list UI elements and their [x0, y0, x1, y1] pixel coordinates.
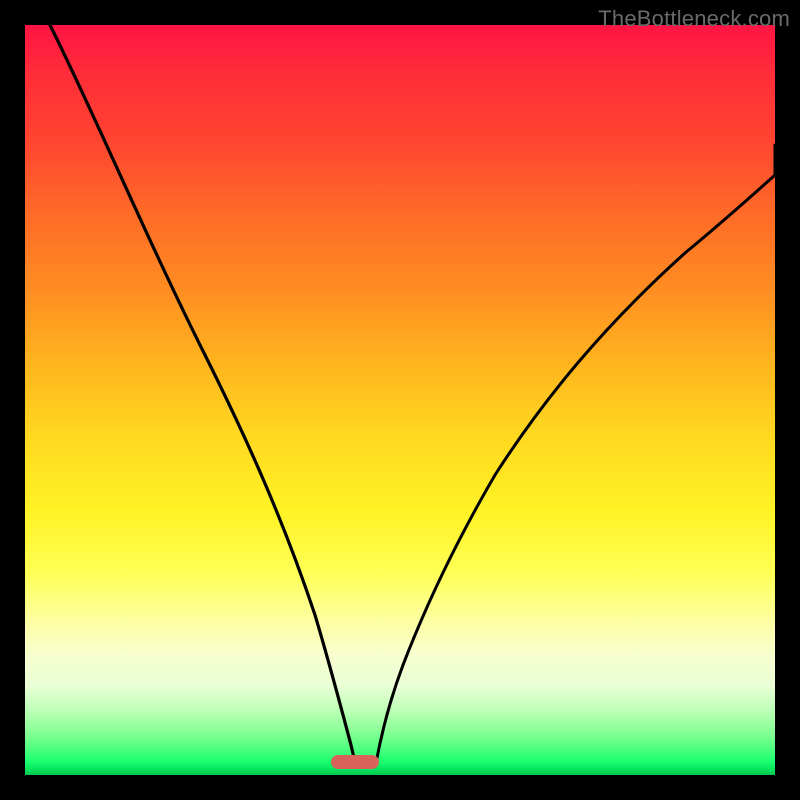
right-curve: [377, 145, 775, 758]
curve-layer: [25, 25, 775, 775]
chart-frame: [25, 25, 775, 775]
watermark-label: TheBottleneck.com: [598, 6, 790, 32]
optimal-marker: [331, 755, 379, 769]
left-curve: [50, 25, 354, 758]
bottleneck-chart: [25, 25, 775, 775]
